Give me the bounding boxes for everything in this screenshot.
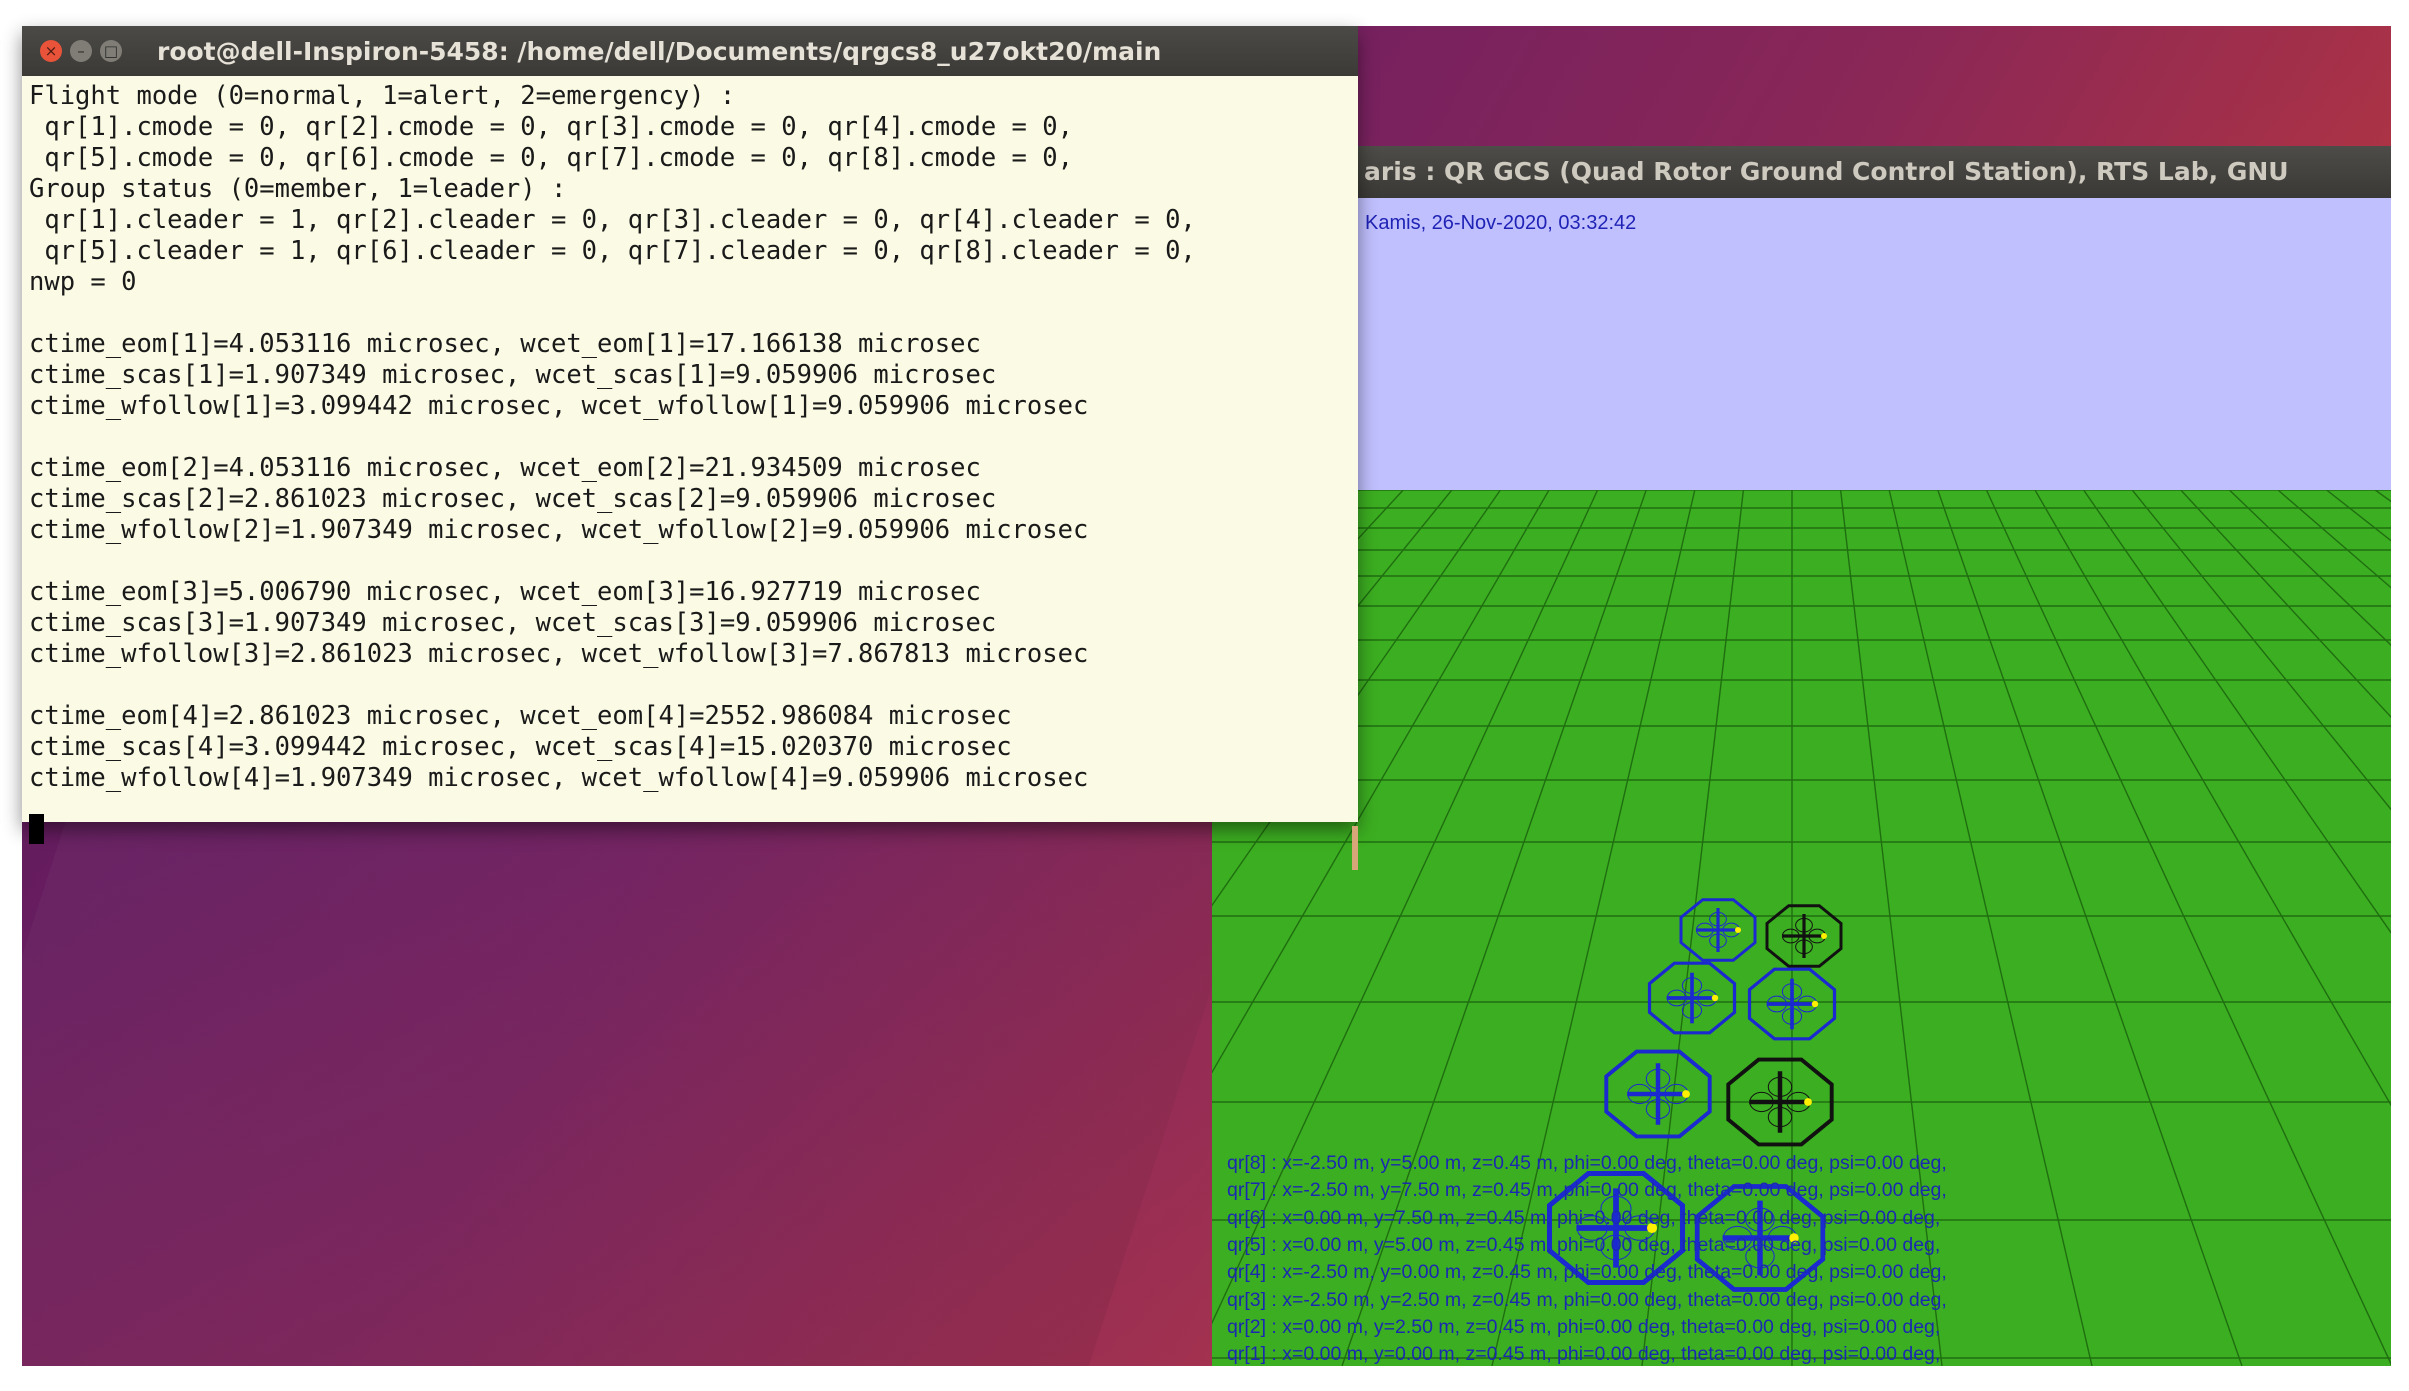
terminal-line: qr[1].cleader = 1, qr[2].cleader = 0, qr… <box>29 205 1196 235</box>
qr-status-line: qr[8] : x=-2.50 m, y=5.00 m, z=0.45 m, p… <box>1227 1152 1947 1174</box>
terminal-title-bar[interactable]: × – □ root@dell-Inspiron-5458: /home/del… <box>22 26 1358 76</box>
terminal-window[interactable]: × – □ root@dell-Inspiron-5458: /home/del… <box>22 26 1358 870</box>
terminal-line: ctime_wfollow[1]=3.099442 microsec, wcet… <box>29 391 1089 421</box>
gcs-window[interactable]: aris : QR GCS (Quad Rotor Ground Control… <box>1212 146 2391 1366</box>
terminal-line: qr[1].cmode = 0, qr[2].cmode = 0, qr[3].… <box>29 112 1073 142</box>
terminal-line: ctime_scas[1]=1.907349 microsec, wcet_sc… <box>29 360 997 390</box>
close-button[interactable]: × <box>40 40 62 62</box>
qr-status-line: qr[4] : x=-2.50 m, y=0.00 m, z=0.45 m, p… <box>1227 1261 1947 1284</box>
qr-status-line: qr[6] : x=0.00 m, y=7.50 m, z=0.45 m, ph… <box>1227 1206 1941 1229</box>
terminal-line: qr[5].cleader = 1, qr[6].cleader = 0, qr… <box>29 236 1196 266</box>
terminal-line: ctime_scas[2]=2.861023 microsec, wcet_sc… <box>29 484 997 514</box>
qr-status-line: qr[2] : x=0.00 m, y=2.50 m, z=0.45 m, ph… <box>1227 1315 1941 1338</box>
qr-status-line: qr[1] : x=0.00 m, y=0.00 m, z=0.45 m, ph… <box>1227 1343 1941 1366</box>
terminal-line: Group status (0=member, 1=leader) : <box>29 174 567 204</box>
terminal-line: ctime_eom[1]=4.053116 microsec, wcet_eom… <box>29 329 981 359</box>
terminal-cursor <box>29 814 44 844</box>
terminal-line: ctime_wfollow[4]=1.907349 microsec, wcet… <box>29 763 1089 793</box>
gcs-datetime: Kamis, 26-Nov-2020, 03:32:42 <box>1365 212 1637 234</box>
terminal-output[interactable]: Flight mode (0=normal, 1=alert, 2=emerge… <box>22 76 1358 870</box>
terminal-line: ctime_eom[2]=4.053116 microsec, wcet_eom… <box>29 453 981 483</box>
terminal-line: ctime_scas[3]=1.907349 microsec, wcet_sc… <box>29 608 997 638</box>
terminal-line: Flight mode (0=normal, 1=alert, 2=emerge… <box>29 81 736 111</box>
terminal-line: ctime_eom[4]=2.861023 microsec, wcet_eom… <box>29 701 1012 731</box>
terminal-line: nwp = 0 <box>29 267 137 297</box>
gcs-window-title: aris : QR GCS (Quad Rotor Ground Control… <box>1364 157 2289 186</box>
qr-status-line: qr[3] : x=-2.50 m, y=2.50 m, z=0.45 m, p… <box>1227 1288 1947 1311</box>
terminal-line: ctime_wfollow[3]=2.861023 microsec, wcet… <box>29 639 1089 669</box>
qr-status-line: qr[5] : x=0.00 m, y=5.00 m, z=0.45 m, ph… <box>1227 1233 1941 1256</box>
qr-status-line: qr[7] : x=-2.50 m, y=7.50 m, z=0.45 m, p… <box>1227 1179 1947 1202</box>
terminal-line: ctime_eom[3]=5.006790 microsec, wcet_eom… <box>29 577 981 607</box>
terminal-line: ctime_wfollow[2]=1.907349 microsec, wcet… <box>29 515 1089 545</box>
terminal-scrollbar[interactable] <box>1352 826 1358 870</box>
maximize-button[interactable]: □ <box>100 40 122 62</box>
minimize-button[interactable]: – <box>70 40 92 62</box>
terminal-line: qr[5].cmode = 0, qr[6].cmode = 0, qr[7].… <box>29 143 1073 173</box>
gcs-sky <box>1212 198 2391 490</box>
gcs-title-bar[interactable]: aris : QR GCS (Quad Rotor Ground Control… <box>1212 146 2391 198</box>
terminal-line: ctime_scas[4]=3.099442 microsec, wcet_sc… <box>29 732 1012 762</box>
terminal-title: root@dell-Inspiron-5458: /home/dell/Docu… <box>157 37 1162 66</box>
